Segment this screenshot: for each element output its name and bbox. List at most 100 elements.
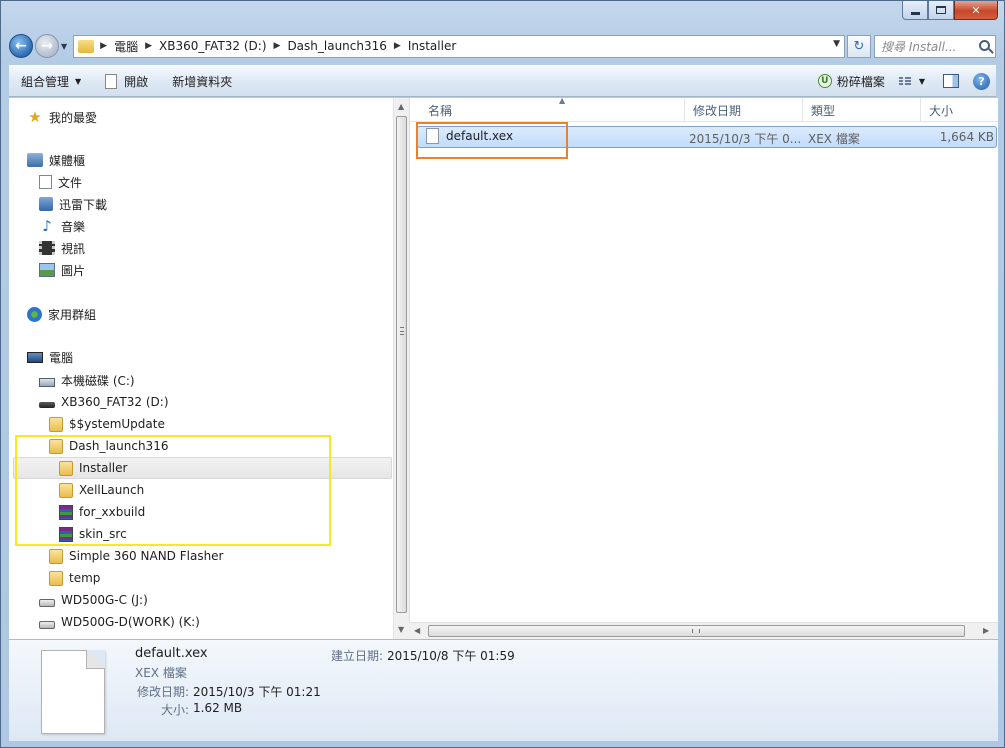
forward-button[interactable]: →	[35, 34, 59, 58]
navigation-row: ← → ▼ ▶ 電腦 ▶ XB360_FAT32 (D:) ▶ Dash_lau…	[9, 33, 996, 59]
scroll-up-icon[interactable]: ▲	[398, 102, 404, 111]
help-icon[interactable]: ?	[973, 72, 990, 90]
nav-item-homegroup[interactable]: 家用群組	[27, 303, 96, 325]
details-modified-value: 2015/10/3 下午 01:21	[193, 685, 321, 699]
pane-splitter[interactable]	[409, 98, 410, 639]
details-file-name: default.xex	[135, 646, 208, 661]
file-list-pane[interactable]: 名稱 ▲ 修改日期 類型 大小 default.xex 2015/10/3 下午…	[409, 96, 998, 639]
column-label: 大小	[929, 103, 954, 118]
library-icon	[27, 153, 43, 167]
folder-icon	[49, 416, 63, 432]
close-button[interactable]: ✕	[954, 1, 998, 20]
nav-label: XB360_FAT32 (D:)	[61, 395, 169, 409]
nav-item-thunder[interactable]: 迅雷下載	[39, 193, 107, 215]
nav-item-computer[interactable]: 電腦	[27, 346, 73, 368]
download-icon	[39, 197, 53, 211]
breadcrumb-dash-launch[interactable]: Dash_launch316	[287, 39, 386, 53]
grip-icon	[692, 629, 700, 633]
nav-item-nand-flasher[interactable]: Simple 360 NAND Flasher	[49, 545, 224, 567]
nav-item-temp[interactable]: temp	[49, 567, 100, 589]
scroll-right-icon[interactable]: ▶	[983, 626, 989, 635]
column-headers: 名稱 ▲ 修改日期 類型 大小	[409, 96, 998, 122]
open-button[interactable]: 開啟	[93, 66, 160, 96]
preview-pane-icon[interactable]	[943, 74, 959, 88]
large-file-icon	[41, 650, 105, 734]
nav-item-drive-j[interactable]: WD500G-C (J:)	[39, 589, 148, 611]
details-size-label: 大小:	[161, 703, 190, 717]
document-icon	[39, 175, 52, 189]
details-created-label: 建立日期:	[331, 649, 384, 663]
chevron-right-icon[interactable]: ▶	[145, 41, 152, 51]
picture-icon	[39, 263, 55, 277]
shred-label: 粉碎檔案	[836, 74, 885, 89]
nav-label: 電腦	[49, 350, 74, 365]
nav-item-libraries[interactable]: 媒體櫃	[27, 149, 85, 171]
views-icon[interactable]	[898, 77, 911, 85]
minimize-button[interactable]	[902, 1, 928, 20]
nav-label: 音樂	[61, 219, 86, 234]
command-bar-right: U 粉碎檔案 ▼ ?	[814, 72, 996, 90]
nav-item-drive-d[interactable]: XB360_FAT32 (D:)	[39, 391, 169, 413]
chevron-right-icon[interactable]: ▶	[394, 41, 401, 51]
nav-pane-scrollbar[interactable]: ▲ ▼	[393, 98, 409, 639]
nav-item-drive-c[interactable]: 本機磁碟 (C:)	[39, 369, 135, 391]
address-bar[interactable]: ▶ 電腦 ▶ XB360_FAT32 (D:) ▶ Dash_launch316…	[73, 34, 845, 58]
breadcrumb-installer[interactable]: Installer	[408, 39, 456, 53]
details-pane: default.xex XEX 檔案 修改日期: 2015/10/3 下午 01…	[9, 639, 998, 741]
chevron-right-icon[interactable]: ▶	[100, 41, 107, 51]
nav-label: temp	[69, 571, 101, 585]
caret-down-icon: ▼	[75, 76, 82, 86]
details-created-value: 2015/10/8 下午 01:59	[387, 649, 515, 663]
back-button[interactable]: ←	[9, 34, 33, 58]
breadcrumb-computer[interactable]: 電腦	[114, 38, 138, 55]
nav-label: WD500G-D(WORK) (K:)	[61, 615, 200, 629]
nav-item-videos[interactable]: 視訊	[39, 237, 85, 259]
file-type: XEX 檔案	[808, 132, 860, 146]
scroll-left-icon[interactable]: ◀	[414, 626, 420, 635]
search-input[interactable]: 搜尋 Install...	[881, 38, 956, 55]
refresh-button[interactable]: ↻	[847, 34, 871, 58]
recent-pages-dropdown[interactable]: ▼	[61, 42, 67, 51]
breadcrumb-drive-d[interactable]: XB360_FAT32 (D:)	[159, 39, 267, 53]
nav-label: $$ystemUpdate	[69, 417, 165, 431]
views-dropdown-icon[interactable]: ▼	[919, 77, 925, 86]
nav-item-documents[interactable]: 文件	[39, 171, 82, 193]
navigation-pane[interactable]: ★ 我的最愛 媒體櫃 文件 迅雷下載 ♪ 音樂 視訊 圖片 家用群組 電腦 本機…	[9, 98, 393, 639]
nav-item-music[interactable]: ♪ 音樂	[39, 215, 85, 237]
yellow-highlight-box	[15, 435, 331, 546]
folder-icon	[49, 570, 63, 586]
back-arrow-icon: ←	[15, 38, 27, 54]
column-header-modified[interactable]: 修改日期	[685, 98, 803, 122]
column-header-size[interactable]: 大小	[921, 98, 998, 122]
scrollbar-thumb[interactable]	[396, 116, 407, 613]
column-header-type[interactable]: 類型	[803, 98, 921, 122]
search-icon[interactable]	[979, 39, 990, 51]
nav-item-favorites[interactable]: ★ 我的最愛	[27, 106, 97, 128]
nav-label: Simple 360 NAND Flasher	[69, 549, 224, 563]
shred-button[interactable]: U 粉碎檔案	[814, 73, 889, 90]
page-icon	[105, 73, 118, 89]
maximize-button[interactable]	[928, 1, 954, 20]
nav-label: WD500G-C (J:)	[61, 593, 148, 607]
homegroup-icon	[27, 306, 42, 322]
chevron-right-icon[interactable]: ▶	[274, 41, 281, 51]
close-icon: ✕	[971, 3, 981, 17]
nav-item-pictures[interactable]: 圖片	[39, 259, 85, 281]
search-box[interactable]: 搜尋 Install...	[874, 34, 996, 58]
refresh-icon: ↻	[853, 38, 865, 54]
details-modified-label: 修改日期:	[137, 685, 190, 699]
column-header-name[interactable]: 名稱 ▲	[420, 96, 685, 122]
scroll-down-icon[interactable]: ▼	[398, 625, 404, 634]
nav-label: 文件	[58, 175, 83, 190]
nav-label: 媒體櫃	[49, 153, 86, 168]
file-list-horizontal-scrollbar[interactable]: ◀ ▶	[409, 622, 998, 639]
nav-item-system-update[interactable]: $$ystemUpdate	[49, 413, 165, 435]
music-note-icon: ♪	[42, 217, 52, 235]
nav-item-drive-k[interactable]: WD500G-D(WORK) (K:)	[39, 611, 200, 633]
scrollbar-thumb[interactable]	[428, 625, 965, 637]
organize-button[interactable]: 組合管理 ▼	[9, 66, 93, 96]
file-modified: 2015/10/3 下午 0...	[689, 132, 802, 146]
sort-arrow-icon: ▲	[559, 96, 566, 105]
new-folder-button[interactable]: 新增資料夾	[160, 66, 244, 96]
address-dropdown-icon[interactable]: ▼	[833, 39, 840, 49]
